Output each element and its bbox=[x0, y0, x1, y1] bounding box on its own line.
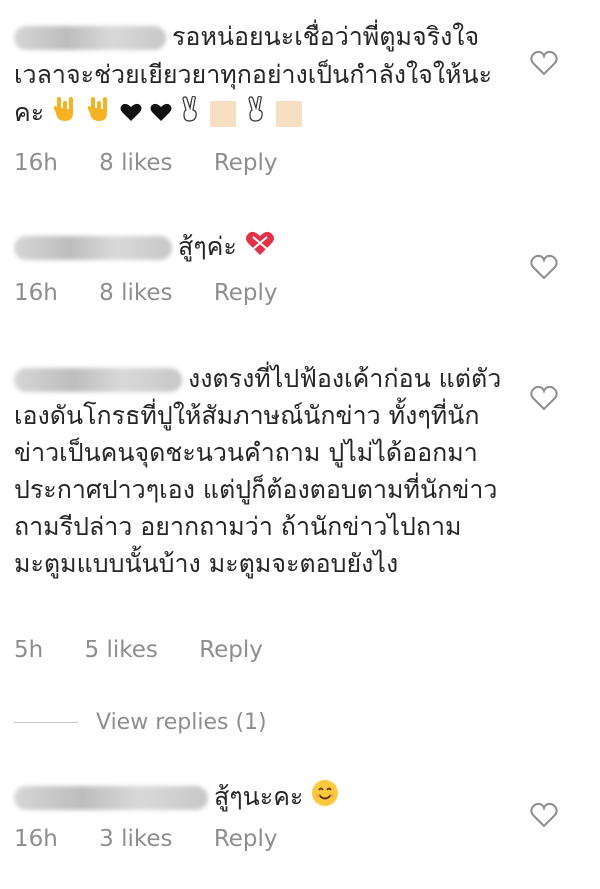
comment-body: สู้ๆนะคะ bbox=[214, 782, 304, 811]
comment-text: งงตรงที่ไปฟ้องเค้าก่อน แต่ตัวเองดันโกรธท… bbox=[14, 360, 514, 582]
black-heart-icon bbox=[120, 95, 142, 133]
blurred-username[interactable] bbox=[14, 368, 182, 392]
heart-with-ribbon-icon bbox=[245, 229, 275, 268]
love-you-gesture-icon bbox=[86, 95, 112, 134]
comment-text: สู้ๆนะคะ bbox=[14, 778, 514, 818]
comment-meta: 16h 3 likes Reply bbox=[14, 826, 278, 852]
like-heart-icon[interactable] bbox=[530, 385, 558, 411]
victory-hand-icon bbox=[180, 95, 200, 133]
blurred-username[interactable] bbox=[14, 26, 166, 50]
comment-body: งงตรงที่ไปฟ้องเค้าก่อน แต่ตัวเองดันโกรธท… bbox=[14, 364, 502, 578]
likes-count[interactable]: 3 likes bbox=[99, 826, 172, 852]
love-you-gesture-icon bbox=[52, 95, 78, 134]
comment-meta: 16h 8 likes Reply bbox=[14, 150, 278, 176]
comment-time: 16h bbox=[14, 826, 58, 852]
smiling-face-icon bbox=[311, 779, 339, 818]
comment-body: สู้ๆค่ะ bbox=[178, 232, 237, 261]
comment-time: 16h bbox=[14, 280, 58, 306]
comment-text: รอหน่อยนะเชื่อว่าพี่ตูมจริงใจเวลาจะช่วยเ… bbox=[14, 18, 514, 134]
victory-hand-icon bbox=[246, 95, 266, 133]
blurred-username[interactable] bbox=[14, 786, 208, 810]
comment-time: 16h bbox=[14, 150, 58, 176]
view-replies-button[interactable]: View replies (1) bbox=[14, 707, 267, 737]
divider bbox=[14, 721, 78, 723]
like-heart-icon[interactable] bbox=[530, 254, 558, 280]
skin-tone-square-icon bbox=[209, 101, 236, 127]
like-heart-icon[interactable] bbox=[530, 50, 558, 76]
black-heart-icon bbox=[150, 95, 172, 133]
reply-button[interactable]: Reply bbox=[214, 826, 278, 852]
view-replies-label: View replies (1) bbox=[96, 709, 267, 735]
blurred-username[interactable] bbox=[14, 236, 172, 260]
reply-button[interactable]: Reply bbox=[214, 150, 278, 176]
comment-meta: 16h 8 likes Reply bbox=[14, 280, 278, 306]
skin-tone-square-icon bbox=[275, 101, 302, 127]
likes-count[interactable]: 5 likes bbox=[85, 637, 158, 663]
like-heart-icon[interactable] bbox=[530, 802, 558, 828]
reply-button[interactable]: Reply bbox=[214, 280, 278, 306]
comment-meta: 5h 5 likes Reply bbox=[14, 637, 263, 663]
comment-time: 5h bbox=[14, 637, 44, 663]
comment-text: สู้ๆค่ะ bbox=[14, 228, 514, 268]
likes-count[interactable]: 8 likes bbox=[99, 150, 172, 176]
reply-button[interactable]: Reply bbox=[199, 637, 263, 663]
likes-count[interactable]: 8 likes bbox=[99, 280, 172, 306]
